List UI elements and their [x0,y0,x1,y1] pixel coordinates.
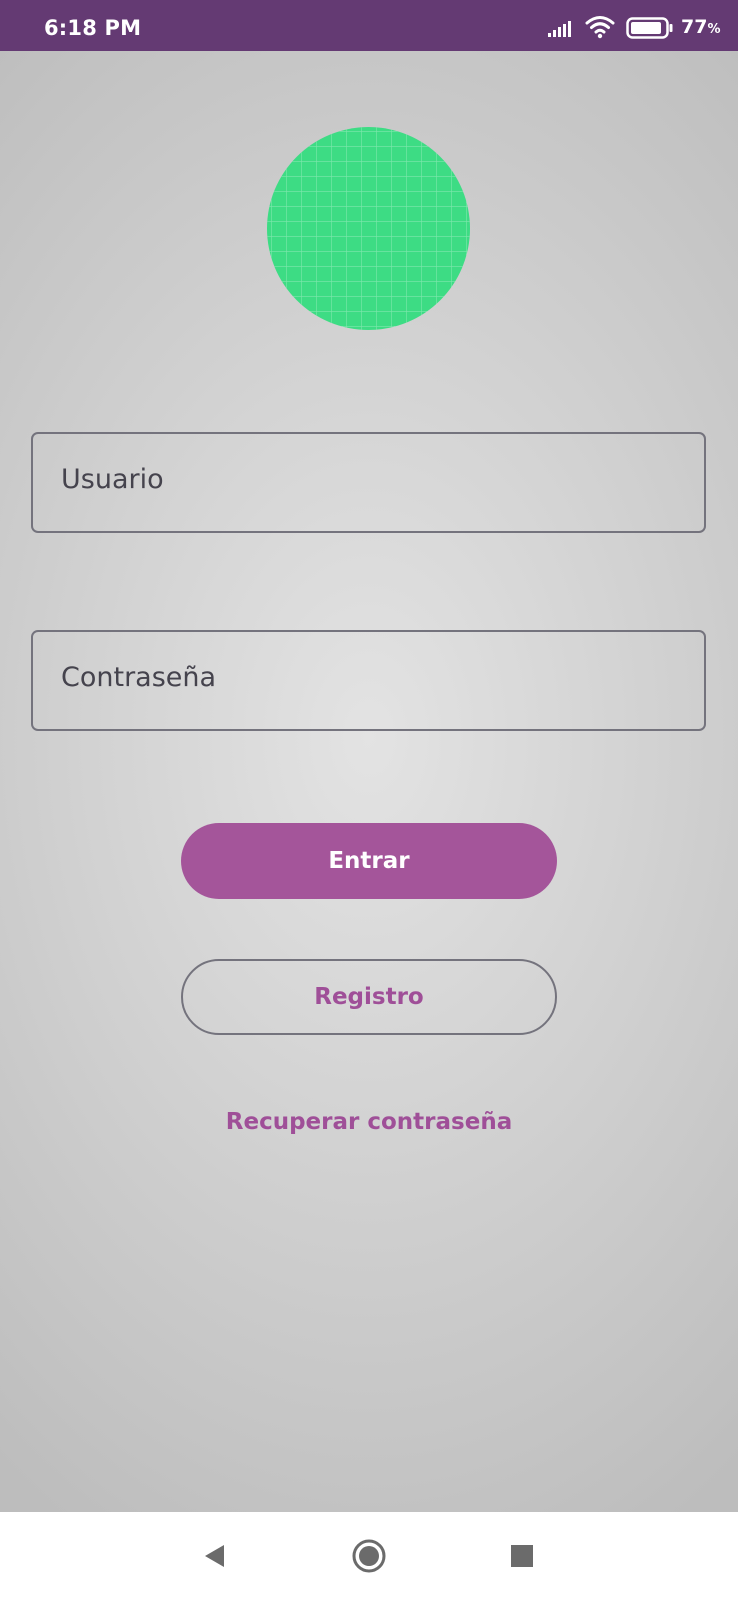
battery-icon [626,17,673,39]
password-field[interactable]: Contraseña [31,630,706,731]
wifi-icon [585,16,615,39]
login-button[interactable]: Entrar [181,823,557,899]
password-placeholder: Contraseña [61,662,217,693]
navigation-bar [0,1512,738,1600]
register-button[interactable]: Registro [181,959,557,1035]
status-icons: 77% [548,12,720,40]
status-bar: 6:18 PM 77% [0,0,738,51]
recover-password-link[interactable]: Recuperar contraseña [0,1109,738,1135]
login-screen: Usuario Contraseña Entrar Registro Recup… [0,51,738,1512]
grid-circle-logo-icon [267,127,470,330]
home-icon[interactable] [347,1534,391,1578]
back-icon[interactable] [192,1534,236,1578]
status-time: 6:18 PM [44,16,142,40]
username-field[interactable]: Usuario [31,432,706,533]
battery-percent: 77% [681,16,721,38]
signal-icon [548,21,571,37]
username-placeholder: Usuario [61,464,164,495]
recents-icon[interactable] [500,1534,544,1578]
